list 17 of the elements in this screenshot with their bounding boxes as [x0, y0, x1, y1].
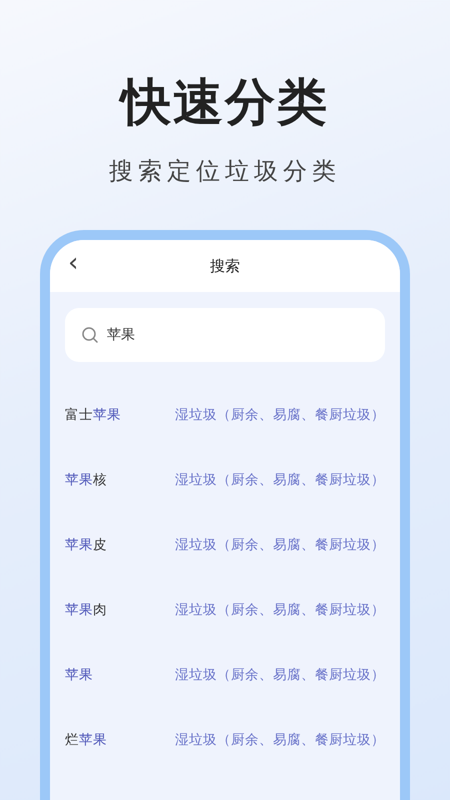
subtitle: 搜索定位垃圾分类	[108, 156, 342, 186]
back-button[interactable]: ‹	[64, 248, 82, 278]
item-name[interactable]: 富士苹果	[65, 406, 175, 424]
category-label: 湿垃圾（厨余、易腐、餐厨垃圾）	[175, 730, 385, 748]
category-label: 湿垃圾（厨余、易腐、餐厨垃圾）	[175, 536, 385, 554]
search-field[interactable]: 苹果	[65, 308, 385, 362]
category-label: 湿垃圾（厨余、易腐、餐厨垃圾）	[175, 600, 385, 618]
category-label: 湿垃圾（厨余、易腐、餐厨垃圾）	[175, 406, 385, 424]
headline: 快速分类	[0, 72, 450, 132]
item-name[interactable]: 苹果皮	[65, 536, 175, 554]
item-name[interactable]: 苹果	[65, 666, 175, 684]
category-label: 湿垃圾（厨余、易腐、餐厨垃圾）	[175, 666, 385, 684]
screen-title: 搜索	[210, 256, 240, 276]
item-name[interactable]: 苹果肉	[65, 600, 175, 618]
category-label: 湿垃圾（厨余、易腐、餐厨垃圾）	[175, 470, 385, 488]
item-name[interactable]: 苹果核	[65, 470, 175, 488]
item-name[interactable]: 烂苹果	[65, 730, 175, 748]
